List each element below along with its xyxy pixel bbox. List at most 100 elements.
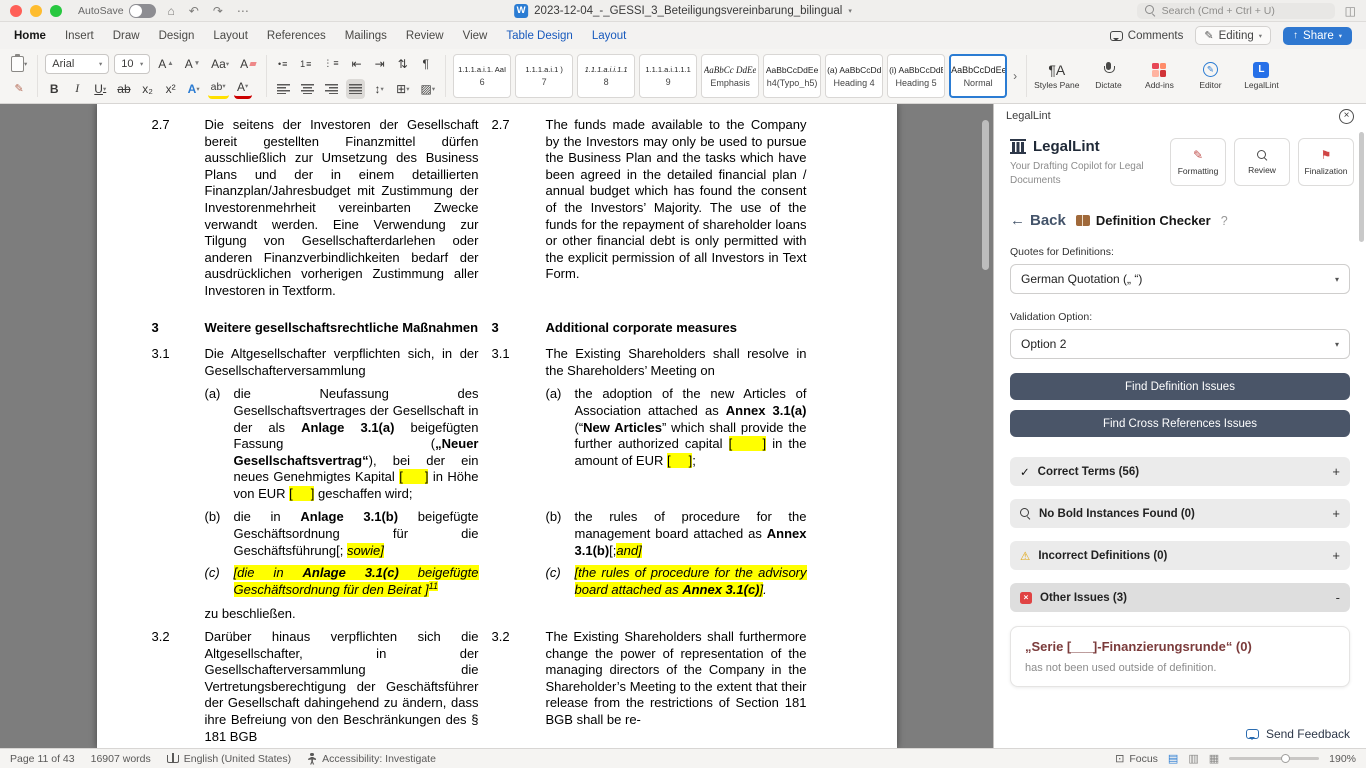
style-option-normal[interactable]: AaBbCcDdEe Normal xyxy=(949,54,1008,98)
show-paragraph-marks-button[interactable]: ¶ xyxy=(417,54,435,74)
style-option-6[interactable]: 1.1.1.a.i.1. AaI 6 xyxy=(453,54,512,98)
accordion-no-bold-instances[interactable]: No Bold Instances Found (0) + xyxy=(1010,499,1350,528)
underline-button[interactable]: U ▾ xyxy=(91,79,109,99)
clause-number-de[interactable]: 3 xyxy=(152,320,205,337)
comments-button[interactable]: Comments xyxy=(1109,30,1183,42)
subclause-marker-en[interactable]: (c) xyxy=(546,565,575,598)
highlight-color-button[interactable]: ab ▾ xyxy=(207,79,229,99)
sort-button[interactable]: ⇅ xyxy=(394,54,412,74)
zoom-slider[interactable] xyxy=(1229,753,1320,763)
subclause-text-en[interactable]: the rules of procedure for the managemen… xyxy=(575,509,807,559)
panel-scrollbar-thumb[interactable] xyxy=(1359,132,1364,242)
style-option-9[interactable]: 1.1.1.a.i.1.1.1 9 xyxy=(639,54,698,98)
heading-text-de[interactable]: Weitere gesellschaftsrechtliche Maßnahme… xyxy=(205,320,479,337)
subclause-text-de[interactable]: [die in Anlage 3.1(c) beigefügte Geschäf… xyxy=(233,565,479,598)
italic-button[interactable]: I xyxy=(68,79,86,99)
find-definition-issues-button[interactable]: Find Definition Issues xyxy=(1010,373,1350,400)
accessibility-status[interactable]: Accessibility: Investigate xyxy=(307,752,436,765)
subclause-marker-de[interactable]: (a) xyxy=(205,386,234,502)
find-cross-references-issues-button[interactable]: Find Cross References Issues xyxy=(1010,410,1350,437)
clear-formatting-button[interactable]: A xyxy=(237,54,259,74)
finalization-button[interactable]: ⚑ Finalization xyxy=(1298,138,1354,186)
search-input[interactable] xyxy=(1161,4,1327,17)
font-size-select[interactable]: 10 ▾ xyxy=(114,53,151,74)
panel-close-button[interactable]: × xyxy=(1339,108,1354,124)
subclause-marker-de[interactable]: (b) xyxy=(205,509,234,559)
style-option-8[interactable]: 1.1.1.a.i.i.1.1 8 xyxy=(577,54,636,98)
clause-number-en[interactable]: 3.1 xyxy=(479,346,546,379)
text-effects-button[interactable]: A ▾ xyxy=(185,79,203,99)
tab-home[interactable]: Home xyxy=(14,30,46,42)
borders-button[interactable]: ⊞ ▾ xyxy=(393,79,412,99)
word-count[interactable]: 16907 words xyxy=(91,753,151,765)
increase-indent-button[interactable]: ⇥ xyxy=(371,54,389,74)
issue-card[interactable]: „Serie [___]-Finanzierungsrunde“ (0) has… xyxy=(1010,626,1350,687)
tab-layout[interactable]: Layout xyxy=(213,30,248,42)
draft-view-button[interactable]: ▦ xyxy=(1209,752,1219,765)
clause-number-en[interactable]: 2.7 xyxy=(479,117,546,300)
align-center-button[interactable] xyxy=(298,79,317,99)
editing-mode-button[interactable]: ✎ Editing ▾ xyxy=(1195,26,1272,45)
line-spacing-button[interactable]: ↕ ▾ xyxy=(370,79,388,99)
undo-icon[interactable]: ↶ xyxy=(189,4,199,18)
subclause-text-de[interactable]: die in Anlage 3.1(b) beigefügte Geschäft… xyxy=(234,509,479,559)
page-indicator[interactable]: Page 11 of 43 xyxy=(10,753,75,765)
heading-text-en[interactable]: Additional corporate measures xyxy=(546,320,807,337)
align-right-button[interactable] xyxy=(322,79,341,99)
bullet-list-button[interactable]: •≡ xyxy=(274,54,292,74)
bold-button[interactable]: B xyxy=(45,79,63,99)
autosave-toggle[interactable] xyxy=(128,3,156,18)
clause-text-de[interactable]: Die seitens der Investoren der Gesellsch… xyxy=(205,117,479,300)
style-option-heading-4[interactable]: (a) AaBbCcDdEe Heading 4 xyxy=(825,54,884,98)
quotes-select[interactable]: German Quotation („ “) ▾ xyxy=(1010,264,1350,294)
align-left-button[interactable] xyxy=(274,79,293,99)
superscript-button[interactable]: x² xyxy=(162,79,180,99)
document-scrollbar[interactable] xyxy=(982,108,990,744)
font-color-button[interactable]: A ▾ xyxy=(233,79,252,99)
grow-font-button[interactable]: A ▲ xyxy=(155,54,176,74)
redo-icon[interactable]: ↷ xyxy=(213,4,223,18)
clause-text-de[interactable]: Die Altgesellschafter verpflichten sich,… xyxy=(205,346,479,379)
clause-number-de[interactable]: 2.7 xyxy=(152,117,205,300)
tab-design[interactable]: Design xyxy=(159,30,195,42)
share-button[interactable]: ↑ Share ▾ xyxy=(1283,26,1352,45)
print-layout-view-button[interactable]: ▤ xyxy=(1168,752,1178,765)
document-scrollbar-thumb[interactable] xyxy=(982,120,989,270)
search-box[interactable] xyxy=(1136,2,1335,19)
tab-table-design[interactable]: Table Design xyxy=(506,30,572,42)
accordion-incorrect-definitions[interactable]: ⚠ Incorrect Definitions (0) + xyxy=(1010,541,1350,570)
window-switcher-icon[interactable]: ◫ xyxy=(1345,4,1356,18)
format-painter-button[interactable]: ✎ xyxy=(8,78,30,98)
zoom-window-button[interactable] xyxy=(50,4,62,17)
zoom-level[interactable]: 190% xyxy=(1329,753,1356,765)
dictate-button[interactable]: Dictate xyxy=(1086,52,1130,100)
validation-select[interactable]: Option 2 ▾ xyxy=(1010,329,1350,359)
more-commands-icon[interactable]: ⋯ xyxy=(237,4,249,18)
subclause-text-en[interactable]: [the rules of procedure for the advisory… xyxy=(574,565,807,598)
home-icon[interactable]: ⌂ xyxy=(168,4,175,18)
subclause-text-de[interactable]: die Neufassung des Gesellschaftsvertrage… xyxy=(234,386,479,502)
accordion-correct-terms[interactable]: ✓ Correct Terms (56) + xyxy=(1010,457,1350,486)
clause-text-en[interactable]: The Existing Shareholders shall furtherm… xyxy=(546,629,807,745)
tab-layout-contextual[interactable]: Layout xyxy=(592,30,627,42)
clause-number-en[interactable]: 3 xyxy=(479,320,546,337)
styles-gallery-more-button[interactable]: › xyxy=(1011,69,1019,83)
styles-pane-button[interactable]: ¶A Styles Pane xyxy=(1034,52,1079,100)
clause-text-en[interactable]: The Existing Shareholders shall resolve … xyxy=(546,346,807,379)
document-title-control[interactable]: W 2023-12-04_-_GESSI_3_Beteiligungsverei… xyxy=(514,3,852,18)
subclause-marker-en[interactable]: (a) xyxy=(546,386,575,502)
style-option-h4-typo-h5[interactable]: AaBbCcDdEe h4(Typo_h5) xyxy=(763,54,822,98)
add-ins-button[interactable]: Add-ins xyxy=(1137,52,1181,100)
legallint-ribbon-button[interactable]: L LegalLint xyxy=(1239,52,1283,100)
subclause-marker-de[interactable]: (c) xyxy=(205,565,234,598)
back-button[interactable]: ← Back xyxy=(1010,212,1066,229)
tab-view[interactable]: View xyxy=(463,30,488,42)
document-canvas[interactable]: 2.7 Die seitens der Investoren der Gesel… xyxy=(0,104,993,748)
clause-text-de[interactable]: Darüber hinaus verpflichten sich die Alt… xyxy=(205,629,479,745)
clause-text-en[interactable]: The funds made available to the Company … xyxy=(546,117,807,300)
tab-mailings[interactable]: Mailings xyxy=(345,30,387,42)
justify-button[interactable] xyxy=(346,78,366,99)
accordion-other-issues[interactable]: × Other Issues (3) - xyxy=(1010,583,1350,612)
subclause-text-en[interactable]: the adoption of the new Articles of Asso… xyxy=(575,386,807,502)
paste-button[interactable]: ▾ xyxy=(8,54,30,74)
